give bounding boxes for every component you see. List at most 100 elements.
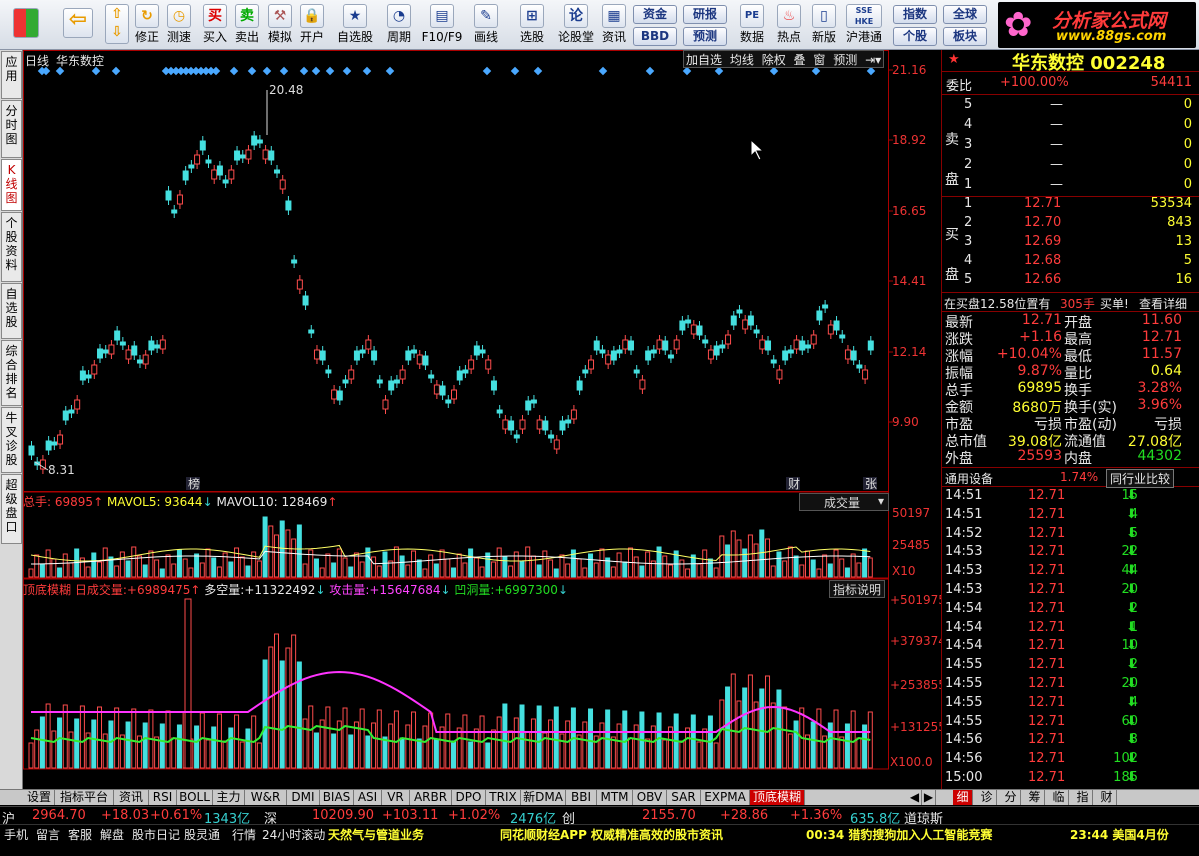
indicator-tab[interactable]: BBI xyxy=(566,790,597,805)
right-tab[interactable]: 财 xyxy=(1097,790,1117,805)
tick-row[interactable]: 14:55 12.71 60 ⬇ xyxy=(942,714,1199,732)
back-button[interactable]: ⇦ xyxy=(58,2,98,48)
news-bar-button[interactable]: 股市日记 xyxy=(132,826,180,843)
right-tab[interactable]: 指 xyxy=(1073,790,1093,805)
right-tab[interactable]: 临 xyxy=(1049,790,1069,805)
tick-row[interactable]: 14:56 12.71 3 ⬇ xyxy=(942,732,1199,750)
indicator-tab[interactable]: 设置 xyxy=(24,790,55,805)
tab-watchlist[interactable]: 自选股 xyxy=(1,283,22,339)
news-bar-button[interactable]: 手机 xyxy=(4,826,28,843)
speed-test-button[interactable]: ◷ 测速 xyxy=(163,2,195,48)
buy-level-row[interactable]: 1 12.71 53534 xyxy=(942,196,1199,216)
indicator-tab[interactable]: ASI xyxy=(354,790,382,805)
news-bar-button[interactable]: 客服 xyxy=(68,826,92,843)
volume-indicator-dropdown[interactable]: 成交量 ▾ xyxy=(799,493,889,511)
tick-row[interactable]: 14:56 12.71 102 ⬇ xyxy=(942,751,1199,769)
right-tab[interactable]: 诊 xyxy=(977,790,997,805)
hot-button[interactable]: ♨ 热点 xyxy=(773,2,805,48)
buy-button[interactable]: 买买入 xyxy=(199,2,231,48)
window-button[interactable]: 窗 xyxy=(811,53,827,67)
tick-row[interactable]: 14:54 12.71 1 ⬇ xyxy=(942,620,1199,638)
news-bar-button[interactable]: 24小时滚动 xyxy=(262,826,325,843)
queue-detail-link[interactable]: 查看详细 xyxy=(1139,295,1187,312)
scroll-right-icon[interactable]: ▶ xyxy=(922,790,936,805)
buy-level-row[interactable]: 3 12.69 13 xyxy=(942,234,1199,254)
ex-rights-button[interactable]: 除权 xyxy=(760,53,788,67)
indicator-tab[interactable]: DMI xyxy=(287,790,320,805)
indicator-tab[interactable]: TRIX xyxy=(486,790,521,805)
tab-profile[interactable]: 个股资料 xyxy=(1,212,22,282)
news-bar-button[interactable]: 留言 xyxy=(36,826,60,843)
tick-row[interactable]: 14:53 12.71 20 ⬇ xyxy=(942,582,1199,600)
research-button[interactable]: 研报 xyxy=(683,5,727,24)
tab-kline[interactable]: K线图 xyxy=(1,159,22,211)
hk-connect-button[interactable]: SSE HKE 沪港通 xyxy=(842,2,886,48)
tick-row[interactable]: 14:55 12.71 4 ⬇ xyxy=(942,695,1199,713)
tick-row[interactable]: 14:55 12.71 2 ⬇ xyxy=(942,657,1199,675)
predict-button[interactable]: 预测 xyxy=(831,53,859,67)
indicator-tab[interactable]: W&R xyxy=(245,790,287,805)
right-tab[interactable]: 细 xyxy=(953,790,973,805)
simulate-button[interactable]: ⚒ 模拟 xyxy=(264,2,296,48)
indicator-tab[interactable]: SAR xyxy=(667,790,701,805)
news-button[interactable]: ▦ 资讯 xyxy=(598,2,630,48)
kline-chart-area[interactable]: 21.16 18.92 16.65 14.41 12.14 9.90 50197 25485 X… xyxy=(23,50,946,783)
buy-level-row[interactable]: 5 12.66 16 xyxy=(942,272,1199,292)
sell-level-row[interactable]: 2 — 0 xyxy=(942,157,1199,177)
sector-button[interactable]: 板块 xyxy=(943,27,987,46)
sell-level-row[interactable]: 1 — 0 xyxy=(942,177,1199,197)
indicator-help-button[interactable]: 指标说明 xyxy=(829,580,886,598)
tick-row[interactable]: 14:51 12.71 4 ⬇ xyxy=(942,507,1199,525)
tab-diagnosis[interactable]: 牛叉诊股 xyxy=(1,407,22,473)
windows-button[interactable] xyxy=(6,2,46,48)
fix-button[interactable]: ↻ 修正 xyxy=(131,2,163,48)
draw-line-button[interactable]: ✎ 画线 xyxy=(467,2,505,48)
tab-apps[interactable]: 应用 xyxy=(1,51,22,99)
forecast-button[interactable]: 预测 xyxy=(683,27,727,46)
industry-compare-button[interactable]: 同行业比较 xyxy=(1106,469,1175,488)
indicator-tab[interactable]: OBV xyxy=(633,790,667,805)
indicator-tab[interactable]: EXPMA xyxy=(701,790,750,805)
indicator-tab[interactable]: ARBR xyxy=(410,790,452,805)
industry-name[interactable]: 通用设备 xyxy=(945,470,993,487)
news-bar-button[interactable]: 股灵通 xyxy=(184,826,220,843)
index-button[interactable]: 指数 xyxy=(893,5,937,24)
cycle-button[interactable]: ◔ 周期 xyxy=(380,2,418,48)
news-headline[interactable]: 23:44 美国4月份 xyxy=(1070,826,1169,843)
tick-row[interactable]: 14:55 12.71 20 ⬇ xyxy=(942,676,1199,694)
buy-level-row[interactable]: 4 12.68 5 xyxy=(942,253,1199,273)
global-button[interactable]: 全球 xyxy=(943,5,987,24)
buy-level-row[interactable]: 2 12.70 843 xyxy=(942,215,1199,235)
open-account-button[interactable]: 🔒 开户 xyxy=(296,2,328,48)
right-tab[interactable]: 筹 xyxy=(1025,790,1045,805)
overlay-button[interactable]: 叠 xyxy=(792,53,808,67)
indicator-tab[interactable]: 新DMA xyxy=(521,790,566,805)
sell-button[interactable]: 卖卖出 xyxy=(231,2,263,48)
forum-button[interactable]: 论论股堂 xyxy=(556,2,596,48)
indicator-tab[interactable]: 资讯 xyxy=(114,790,149,805)
data-button[interactable]: PE 数据 xyxy=(736,2,768,48)
sell-level-row[interactable]: 3 — 0 xyxy=(942,137,1199,157)
indicator-tab[interactable]: DPO xyxy=(452,790,486,805)
sell-level-row[interactable]: 5 — 0 xyxy=(942,97,1199,117)
tab-intraday[interactable]: 分时图 xyxy=(1,100,22,158)
news-headline[interactable]: 天然气与管道业务 xyxy=(328,826,424,843)
stock-select-button[interactable]: ⊞ 选股 xyxy=(513,2,551,48)
fund-button[interactable]: 资金 xyxy=(633,5,677,24)
tick-row[interactable]: 14:52 12.71 5 ⬇ xyxy=(942,526,1199,544)
star-icon[interactable]: ★ xyxy=(948,52,960,67)
right-tab[interactable]: 分 xyxy=(1001,790,1021,805)
news-bar-button[interactable]: 解盘 xyxy=(100,826,124,843)
new-version-button[interactable]: ▯ 新版 xyxy=(808,2,840,48)
tab-ranking[interactable]: 综合排名 xyxy=(1,340,22,406)
tab-super-handicap[interactable]: 超级盘口 xyxy=(1,474,22,544)
news-bar-button[interactable]: 行情 xyxy=(232,826,256,843)
indicator-tab[interactable]: VR xyxy=(382,790,410,805)
collapse-panel-icon[interactable]: ⇥▾ xyxy=(863,53,883,67)
tick-row[interactable]: 14:51 12.71 15 ⬇ xyxy=(942,488,1199,506)
tick-row[interactable]: 14:54 12.71 10 ⬇ xyxy=(942,638,1199,656)
indicator-tab[interactable]: RSI xyxy=(149,790,177,805)
tick-row[interactable]: 14:53 12.71 22 ⬇ xyxy=(942,544,1199,562)
tick-row[interactable]: 15:00 12.71 185 ⬇ xyxy=(942,770,1199,788)
bbd-button[interactable]: BBD xyxy=(633,27,677,46)
